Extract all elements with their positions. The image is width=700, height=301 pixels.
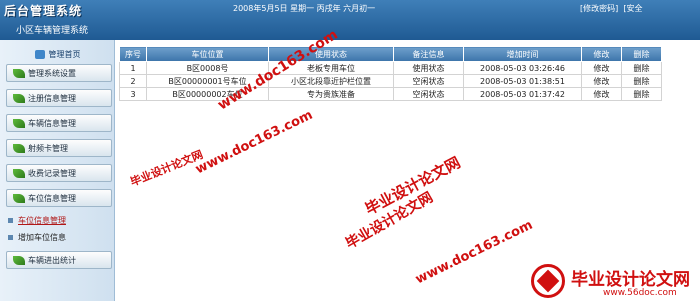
cell-time: 2008-05-03 01:37:42 bbox=[463, 87, 582, 101]
cell-position: B区00000002车位 bbox=[146, 87, 269, 101]
cell-no: 2 bbox=[119, 74, 147, 88]
menu-registration[interactable]: 注册信息管理 bbox=[6, 89, 112, 107]
cell-status: 小区北段靠近护栏位置 bbox=[268, 74, 394, 88]
column-header: 备注信息 bbox=[393, 46, 464, 62]
menu-label: 管理系统设置 bbox=[28, 68, 76, 78]
watermark-url: www.doc163.com bbox=[193, 107, 316, 178]
delete-link[interactable]: 删除 bbox=[621, 74, 662, 88]
corner-logo: 毕业设计论文网 www.56doc.com bbox=[531, 262, 700, 301]
safe-exit-link[interactable]: 安全 bbox=[626, 4, 642, 13]
menu-traffic-stats[interactable]: 车辆进出统计 bbox=[6, 251, 112, 269]
menu-label: 车位信息管理 bbox=[28, 193, 76, 203]
sidebar-home[interactable]: 管理首页 bbox=[0, 46, 115, 62]
bullet-icon bbox=[8, 235, 13, 240]
corner-site: www.56doc.com bbox=[603, 288, 677, 298]
leaf-icon bbox=[13, 93, 25, 103]
corner-title: 毕业设计论文网 bbox=[571, 270, 690, 290]
leaf-icon bbox=[13, 168, 25, 178]
watermark-tagline: 毕业设计论文网 bbox=[128, 148, 205, 189]
table-row: 2 B区00000001号车位 小区北段靠近护栏位置 空闲状态 2008-05-… bbox=[119, 74, 662, 88]
cell-no: 3 bbox=[119, 87, 147, 101]
cell-status: 专为贵族准备 bbox=[268, 87, 394, 101]
watermark-url: www.doc163.com bbox=[413, 217, 536, 288]
column-header: 车位位置 bbox=[146, 46, 269, 62]
leaf-icon bbox=[13, 118, 25, 128]
menu-label: 射频卡管理 bbox=[28, 143, 68, 153]
cell-note: 使用状态 bbox=[393, 61, 464, 75]
app-subtitle: 小区车辆管理系统 bbox=[16, 26, 89, 36]
submenu-parking-management[interactable]: 车位信息管理 bbox=[8, 215, 66, 226]
watermark-tagline: 毕业设计论文网 bbox=[362, 153, 464, 219]
header-bar: 后台管理系统 小区车辆管理系统 2008年5月5日 星期一 丙戌年 六月初一 [… bbox=[0, 0, 700, 40]
column-header: 增加时间 bbox=[463, 46, 582, 62]
submenu-add-parking[interactable]: 增加车位信息 bbox=[8, 232, 66, 243]
menu-vehicles[interactable]: 车辆信息管理 bbox=[6, 114, 112, 132]
menu-rfid[interactable]: 射频卡管理 bbox=[6, 139, 112, 157]
column-header: 使用状态 bbox=[268, 46, 394, 62]
edit-link[interactable]: 修改 bbox=[581, 61, 622, 75]
parking-table: 序号 车位位置 使用状态 备注信息 增加时间 修改 删除 1 B区0008号 老… bbox=[119, 46, 662, 101]
menu-label: 车辆进出统计 bbox=[28, 255, 76, 265]
cell-position: B区0008号 bbox=[146, 61, 269, 75]
menu-charges[interactable]: 收费记录管理 bbox=[6, 164, 112, 182]
cell-time: 2008-05-03 03:26:46 bbox=[463, 61, 582, 75]
delete-link[interactable]: 删除 bbox=[621, 61, 662, 75]
delete-link[interactable]: 删除 bbox=[621, 87, 662, 101]
leaf-icon bbox=[13, 143, 25, 153]
edit-link[interactable]: 修改 bbox=[581, 87, 622, 101]
table-row: 1 B区0008号 老板专用车位 使用状态 2008-05-03 03:26:4… bbox=[119, 61, 662, 75]
submenu-label: 增加车位信息 bbox=[18, 233, 66, 242]
cell-no: 1 bbox=[119, 61, 147, 75]
header-links: [修改密码] [安全 bbox=[580, 4, 643, 13]
cell-note: 空闲状态 bbox=[393, 87, 464, 101]
sidebar-home-label: 管理首页 bbox=[48, 49, 81, 59]
cell-position: B区00000001号车位 bbox=[146, 74, 269, 88]
home-icon bbox=[34, 49, 45, 59]
bullet-icon bbox=[8, 218, 13, 223]
watermark-tagline: 毕业设计论文网 bbox=[343, 189, 436, 253]
submenu-label: 车位信息管理 bbox=[18, 216, 66, 225]
menu-label: 注册信息管理 bbox=[28, 93, 76, 103]
column-header: 删除 bbox=[621, 46, 662, 62]
app-logo: 后台管理系统 bbox=[4, 4, 83, 18]
leaf-icon bbox=[13, 255, 25, 265]
table-header-row: 序号 车位位置 使用状态 备注信息 增加时间 修改 删除 bbox=[119, 46, 662, 62]
table-row: 3 B区00000002车位 专为贵族准备 空闲状态 2008-05-03 01… bbox=[119, 87, 662, 101]
menu-label: 收费记录管理 bbox=[28, 168, 76, 178]
menu-parking-spaces[interactable]: 车位信息管理 bbox=[6, 189, 112, 207]
edit-link[interactable]: 修改 bbox=[581, 74, 622, 88]
column-header: 修改 bbox=[581, 46, 622, 62]
leaf-icon bbox=[13, 68, 25, 78]
cell-time: 2008-05-03 01:38:51 bbox=[463, 74, 582, 88]
cell-status: 老板专用车位 bbox=[268, 61, 394, 75]
cell-note: 空闲状态 bbox=[393, 74, 464, 88]
badge-icon bbox=[531, 264, 565, 298]
change-password-link[interactable]: 修改密码 bbox=[583, 4, 615, 13]
date-display: 2008年5月5日 星期一 丙戌年 六月初一 bbox=[233, 4, 376, 13]
column-header: 序号 bbox=[119, 46, 147, 62]
menu-label: 车辆信息管理 bbox=[28, 118, 76, 128]
menu-system-settings[interactable]: 管理系统设置 bbox=[6, 64, 112, 82]
leaf-icon bbox=[13, 193, 25, 203]
